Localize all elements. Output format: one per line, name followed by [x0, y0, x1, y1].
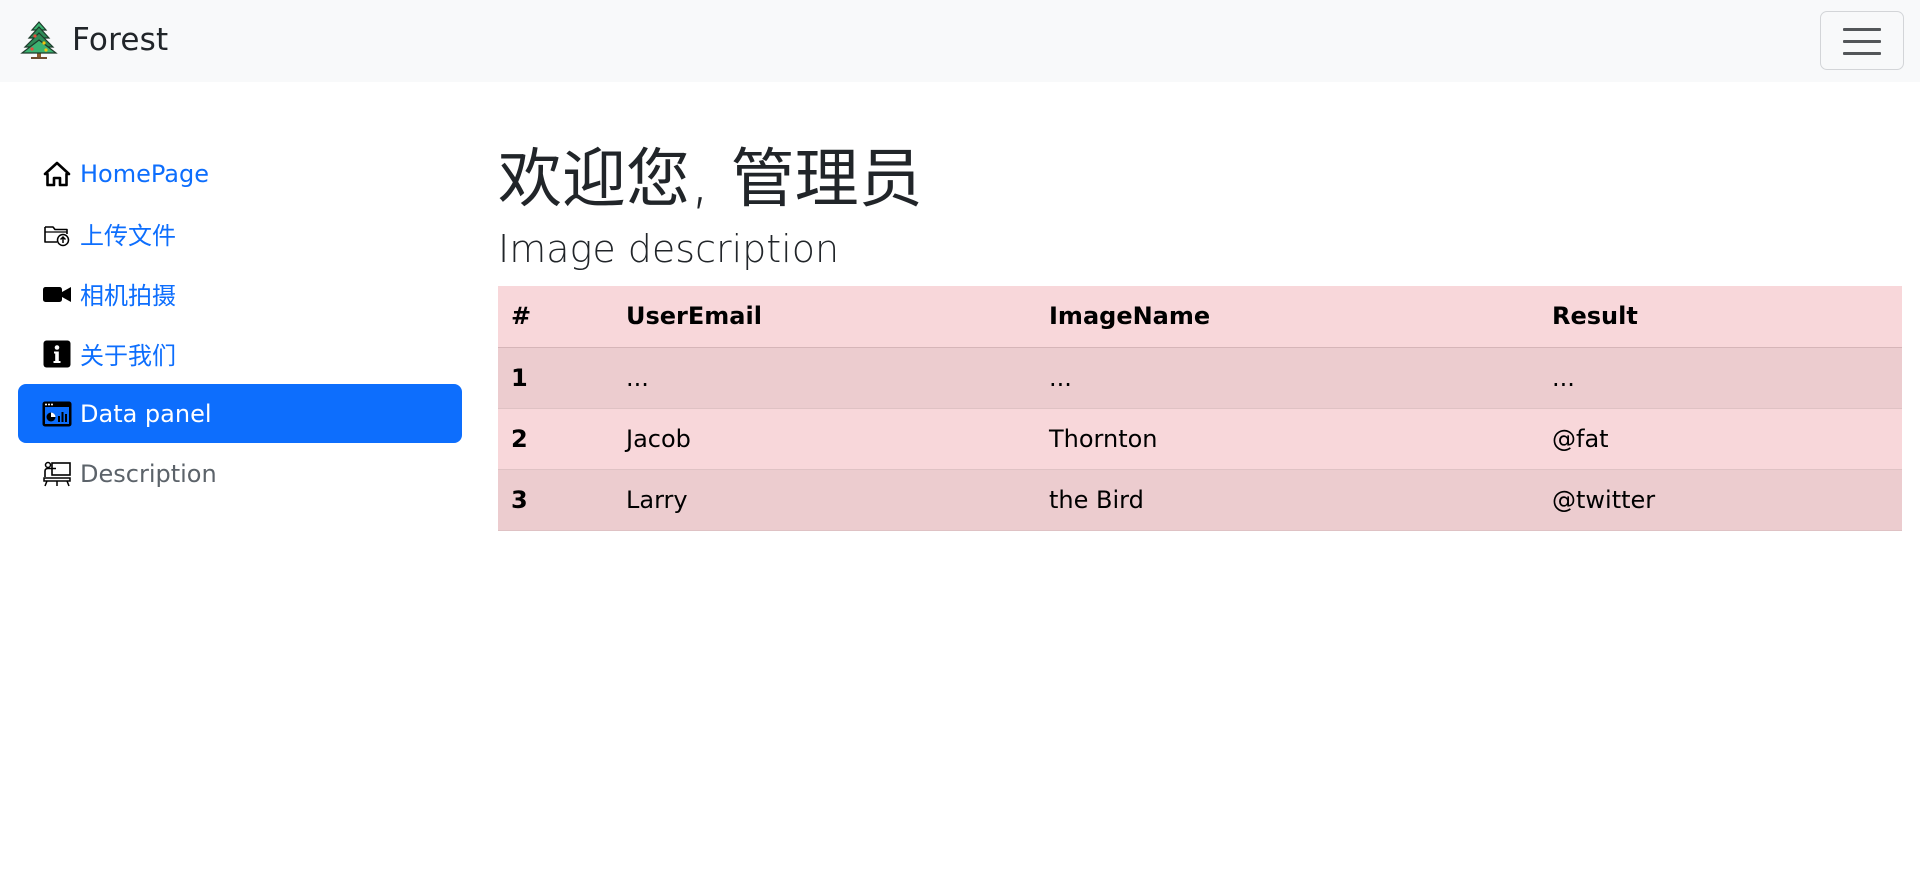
sidebar-item-data-panel[interactable]: Data panel: [18, 384, 462, 443]
sidebar-item-label: 关于我们: [80, 342, 176, 370]
menu-toggle-button[interactable]: [1820, 11, 1904, 70]
useremail-cell: Jacob: [613, 408, 1036, 470]
brand-link[interactable]: Forest: [20, 18, 168, 62]
hamburger-menu-icon: [1843, 26, 1881, 56]
info-icon: [42, 339, 72, 369]
result-cell: ...: [1539, 347, 1902, 409]
sidebar-item-camera[interactable]: 相机拍摄: [18, 264, 462, 323]
presentation-icon: [42, 459, 72, 489]
home-icon: [42, 159, 72, 189]
table-row: 1 ... ... ...: [498, 347, 1902, 409]
sidebar-item-description[interactable]: Description: [18, 444, 462, 503]
column-header-imagename: ImageName: [1036, 286, 1539, 348]
imagename-cell: the Bird: [1036, 469, 1539, 531]
table-row: 2 Jacob Thornton @fat: [498, 408, 1902, 470]
page-title: 欢迎您, 管理员: [498, 143, 923, 217]
brand-name: Forest: [72, 22, 169, 58]
table-header-row: # UserEmail ImageName Result: [498, 286, 1902, 348]
sidebar: HomePage 上传文件 相机拍摄 关于我们 Data panel Descr…: [18, 144, 462, 504]
video-camera-icon: [42, 279, 72, 309]
tree-icon: [20, 20, 58, 60]
table-row: 3 Larry the Bird @twitter: [498, 469, 1902, 531]
result-cell: @twitter: [1539, 469, 1902, 531]
column-header-useremail: UserEmail: [613, 286, 1036, 348]
sidebar-item-label: Description: [80, 459, 217, 488]
sidebar-item-homepage[interactable]: HomePage: [18, 144, 462, 203]
sidebar-item-label: Data panel: [80, 399, 212, 428]
useremail-cell: Larry: [613, 469, 1036, 531]
imagename-cell: ...: [1036, 347, 1539, 409]
imagename-cell: Thornton: [1036, 408, 1539, 470]
sidebar-item-label: 相机拍摄: [80, 282, 176, 310]
row-number-cell: 3: [498, 469, 613, 531]
main-content: 欢迎您, 管理员 Image description # UserEmail I…: [498, 140, 1902, 531]
sidebar-item-label: 上传文件: [80, 222, 176, 250]
result-cell: @fat: [1539, 408, 1902, 470]
row-number-cell: 2: [498, 408, 613, 470]
folder-upload-icon: [42, 219, 72, 249]
sidebar-item-label: HomePage: [80, 159, 209, 188]
sidebar-item-about[interactable]: 关于我们: [18, 324, 462, 383]
page-subtitle: Image description: [498, 227, 840, 271]
useremail-cell: ...: [613, 347, 1036, 409]
sidebar-item-upload[interactable]: 上传文件: [18, 204, 462, 263]
top-navbar: Forest: [0, 0, 1920, 82]
column-header-number: #: [498, 286, 613, 348]
row-number-cell: 1: [498, 347, 613, 409]
image-results-table: # UserEmail ImageName Result 1 ... ... .…: [498, 286, 1902, 531]
column-header-result: Result: [1539, 286, 1902, 348]
data-panel-icon: [42, 399, 72, 429]
